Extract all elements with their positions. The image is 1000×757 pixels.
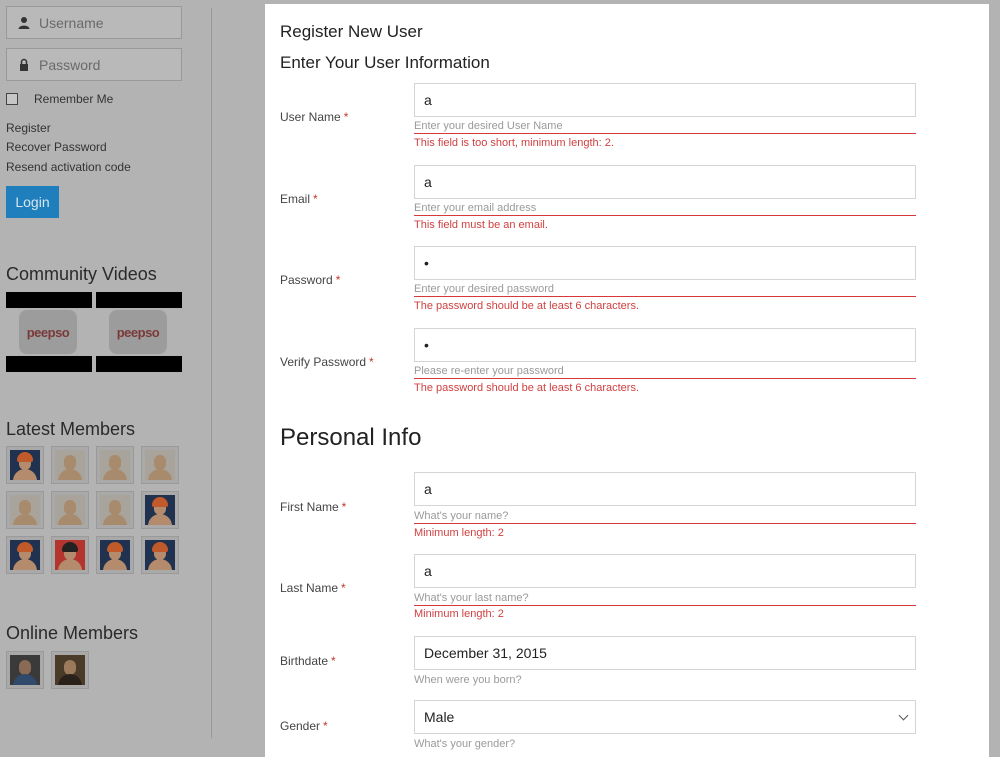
birthdate-label: Birthdate * xyxy=(280,654,336,668)
gender-selected-value: Male xyxy=(424,709,455,725)
username-error: This field is too short, minimum length:… xyxy=(414,137,614,149)
birthdate-hint: When were you born? xyxy=(414,674,522,686)
verify-password-label: Verify Password * xyxy=(280,355,374,369)
online-member-avatar[interactable] xyxy=(6,651,44,689)
resend-activation-link[interactable]: Resend activation code xyxy=(6,160,131,174)
last-name-input[interactable]: a xyxy=(414,554,916,588)
first-name-input[interactable]: a xyxy=(414,472,916,506)
member-avatar[interactable] xyxy=(96,446,134,484)
password-label: Password * xyxy=(280,273,341,287)
member-avatar[interactable] xyxy=(6,491,44,529)
member-avatar[interactable] xyxy=(51,536,89,574)
last-name-label: Last Name * xyxy=(280,581,346,595)
online-member-avatar[interactable] xyxy=(51,651,89,689)
peepso-logo: peepso xyxy=(109,310,167,354)
email-hint: Enter your email address xyxy=(414,202,916,216)
verify-password-hint: Please re-enter your password xyxy=(414,365,916,379)
birthdate-input[interactable]: December 31, 2015 xyxy=(414,636,916,670)
member-avatar[interactable] xyxy=(6,536,44,574)
member-avatar[interactable] xyxy=(96,536,134,574)
first-name-error: Minimum length: 2 xyxy=(414,527,504,539)
verify-password-input[interactable]: • xyxy=(414,328,916,362)
sidebar-divider xyxy=(211,8,212,738)
email-label: Email * xyxy=(280,192,318,206)
video-thumbnail[interactable]: peepso xyxy=(6,292,92,372)
login-button[interactable]: Login xyxy=(6,186,59,218)
register-link[interactable]: Register xyxy=(6,121,51,135)
remember-checkbox[interactable] xyxy=(6,93,18,105)
last-name-hint: What's your last name? xyxy=(414,592,916,606)
member-avatar[interactable] xyxy=(96,491,134,529)
video-thumbnail[interactable]: peepso xyxy=(96,292,182,372)
page-title: Register New User xyxy=(280,22,423,41)
password-input[interactable] xyxy=(39,56,179,73)
member-avatar[interactable] xyxy=(141,491,179,529)
username-field[interactable] xyxy=(6,6,182,39)
peepso-logo: peepso xyxy=(19,310,77,354)
username-hint: Enter your desired User Name xyxy=(414,120,916,134)
password-hint: Enter your desired password xyxy=(414,283,916,297)
email-error: This field must be an email. xyxy=(414,219,548,231)
username-label: User Name * xyxy=(280,110,349,124)
community-videos-heading: Community Videos xyxy=(6,264,157,284)
gender-label: Gender * xyxy=(280,719,328,733)
remember-me[interactable]: Remember Me xyxy=(6,92,113,106)
sidebar: Remember Me Register Recover Password Re… xyxy=(0,0,212,757)
last-name-error: Minimum length: 2 xyxy=(414,608,504,620)
video-bar-top xyxy=(96,292,182,308)
member-avatar[interactable] xyxy=(141,446,179,484)
user-icon xyxy=(18,16,30,29)
email-input[interactable]: a xyxy=(414,165,916,199)
registration-form: Register New User Enter Your User Inform… xyxy=(265,4,989,757)
video-bar-bottom xyxy=(96,356,182,372)
member-avatar[interactable] xyxy=(51,491,89,529)
username-input[interactable]: a xyxy=(414,83,916,117)
member-avatar[interactable] xyxy=(6,446,44,484)
lock-icon xyxy=(20,58,28,71)
member-avatar[interactable] xyxy=(51,446,89,484)
password-input[interactable]: • xyxy=(414,246,916,280)
recover-password-link[interactable]: Recover Password xyxy=(6,140,107,154)
latest-members-heading: Latest Members xyxy=(6,419,136,439)
chevron-down-icon xyxy=(898,710,909,720)
video-bar-bottom xyxy=(6,356,92,372)
first-name-label: First Name * xyxy=(280,500,347,514)
gender-select[interactable]: Male xyxy=(414,700,916,734)
member-avatar[interactable] xyxy=(141,536,179,574)
password-field[interactable] xyxy=(6,48,182,81)
form-subtitle: Enter Your User Information xyxy=(280,53,490,72)
video-bar-top xyxy=(6,292,92,308)
first-name-hint: What's your name? xyxy=(414,510,916,524)
username-input[interactable] xyxy=(39,14,179,31)
gender-hint: What's your gender? xyxy=(414,738,516,750)
online-members-heading: Online Members xyxy=(6,623,139,643)
remember-label: Remember Me xyxy=(34,92,114,106)
personal-info-heading: Personal Info xyxy=(280,424,422,451)
password-error: The password should be at least 6 charac… xyxy=(414,300,640,312)
verify-password-error: The password should be at least 6 charac… xyxy=(414,382,640,394)
